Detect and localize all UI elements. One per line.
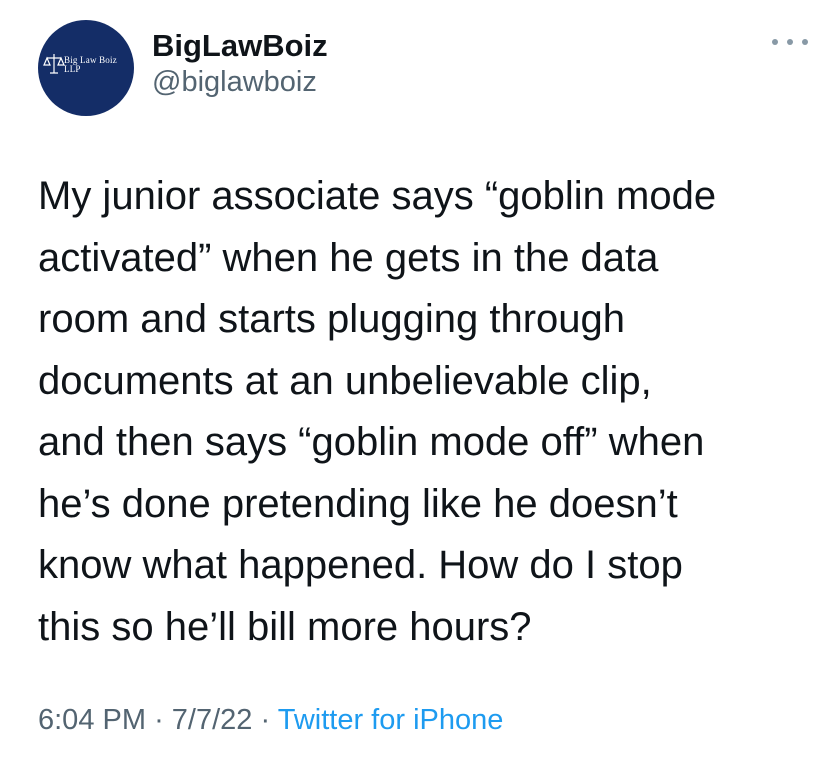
author-names: BigLawBoiz @biglawboiz xyxy=(152,28,328,100)
tweet-text: My junior associate says “goblin mode ac… xyxy=(38,174,717,649)
tweet-header: Big Law Boiz LLP BigLawBoiz @biglawboiz xyxy=(38,20,808,116)
meta-separator: · xyxy=(260,704,271,736)
tweet-source-link[interactable]: Twitter for iPhone xyxy=(278,704,504,736)
avatar-text-line2: LLP xyxy=(64,64,81,74)
user-handle[interactable]: @biglawboiz xyxy=(152,64,328,100)
tweet-card: Big Law Boiz LLP BigLawBoiz @biglawboiz … xyxy=(0,0,828,759)
more-dot xyxy=(787,39,793,45)
tweet-meta: 6:04 PM · 7/7/22 · Twitter for iPhone xyxy=(38,700,503,740)
display-name[interactable]: BigLawBoiz xyxy=(152,28,328,64)
more-dot xyxy=(802,39,808,45)
avatar[interactable]: Big Law Boiz LLP xyxy=(38,20,134,116)
tweet-date[interactable]: 7/7/22 xyxy=(172,704,253,736)
more-options-icon[interactable] xyxy=(772,36,808,48)
more-dot xyxy=(772,39,778,45)
tweet-time[interactable]: 6:04 PM xyxy=(38,704,146,736)
meta-separator: · xyxy=(154,704,164,736)
avatar-logo-text: Big Law Boiz LLP xyxy=(64,56,117,74)
